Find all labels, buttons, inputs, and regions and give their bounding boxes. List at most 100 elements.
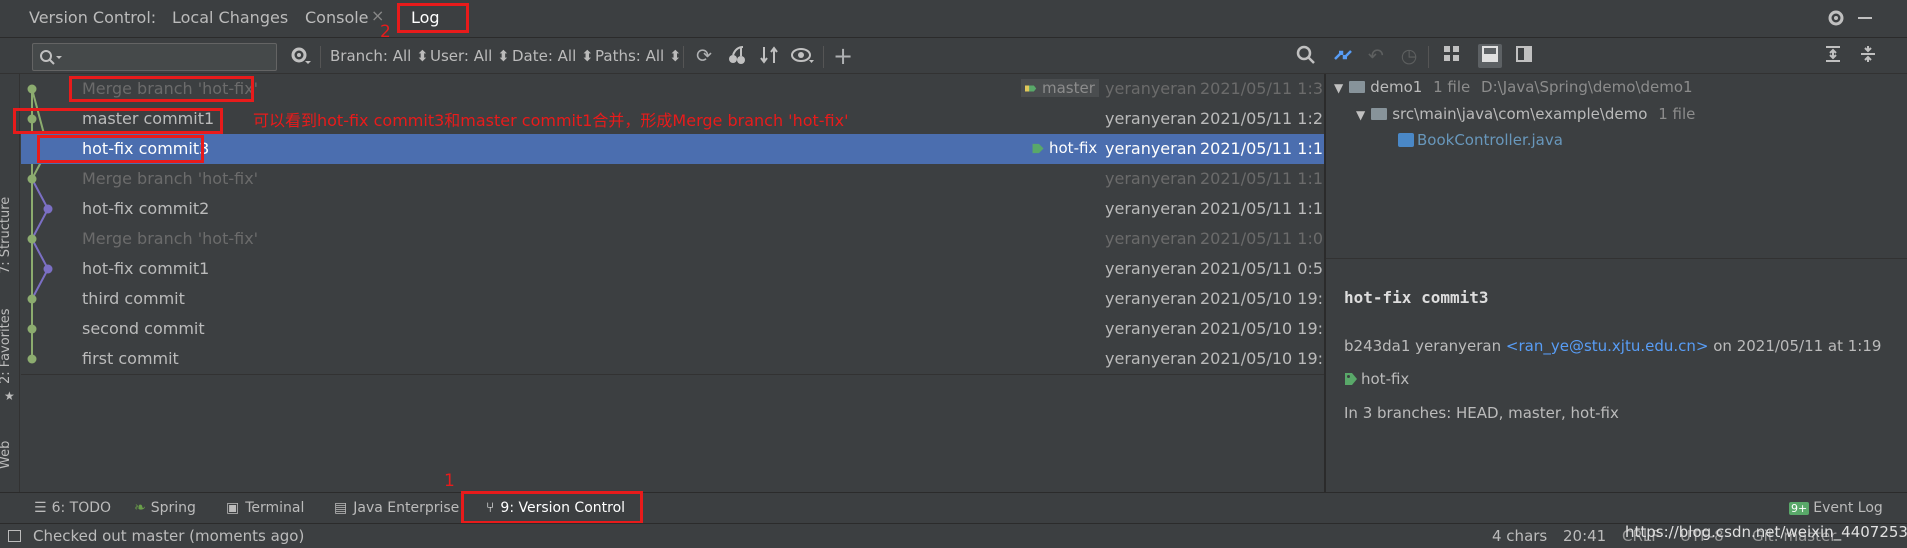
commit-author: yeranyeran xyxy=(1105,79,1197,98)
changed-files-tree: ▼ demo1 1 file D:\Java\Spring\demo\demo1 … xyxy=(1326,74,1907,258)
search-input[interactable] xyxy=(32,43,277,71)
list-icon: ☰ xyxy=(34,500,47,516)
commit-row[interactable]: third commit yeranyeran2021/05/10 19:26 xyxy=(21,284,1324,314)
search-icon[interactable] xyxy=(1294,44,1318,68)
commit-author: yeranyeran xyxy=(1105,259,1197,278)
left-tool-stripe: 7: Structure 2: Favorites ★ Web xyxy=(0,74,20,492)
commit-author: yeranyeran xyxy=(1105,109,1197,128)
add-icon[interactable]: + xyxy=(831,44,855,68)
terminal-tool-button[interactable]: ▣ Terminal xyxy=(226,500,304,516)
commit-details-panel: hot-fix commit3 b243da1 yeranyeran <ran_… xyxy=(1326,258,1907,492)
commit-message: hot-fix commit1 xyxy=(82,259,210,278)
tree-file-row[interactable]: BookController.java xyxy=(1398,131,1563,149)
layout-horizontal-icon[interactable] xyxy=(1478,44,1502,68)
author-email-link[interactable]: <ran_ye@stu.xjtu.edu.cn> xyxy=(1506,337,1709,355)
favorites-tool-button[interactable]: 2: Favorites xyxy=(0,308,13,384)
group-by-icon[interactable] xyxy=(1440,44,1464,68)
chevron-down-icon[interactable]: ▼ xyxy=(1334,81,1343,95)
log-toolbar: Branch: All ⬍ User: All ⬍ Date: All ⬍ Pa… xyxy=(0,38,1907,74)
watermark-text: https://blog.csdn.net/weixin_44072535 xyxy=(1625,523,1907,541)
commit-author: yeranyeran xyxy=(1105,139,1197,158)
todo-tool-button[interactable]: ☰ 6: TODO xyxy=(34,500,111,516)
history-icon[interactable]: ◷ xyxy=(1397,44,1421,68)
chevron-down-icon[interactable]: ▼ xyxy=(1356,108,1365,122)
tag-line: hot-fix xyxy=(1344,370,1409,388)
commit-row[interactable]: second commit yeranyeran2021/05/10 19:25 xyxy=(21,314,1324,344)
commit-message: third commit xyxy=(82,289,185,308)
branches-line: In 3 branches: HEAD, master, hot-fix xyxy=(1344,404,1619,422)
collapse-all-icon[interactable] xyxy=(1856,44,1880,68)
log-empty-area xyxy=(21,374,1324,492)
tree-root-row[interactable]: ▼ demo1 1 file D:\Java\Spring\demo\demo1 xyxy=(1334,78,1693,96)
commit-title: hot-fix commit3 xyxy=(1344,288,1489,307)
tag-icon xyxy=(1345,373,1357,385)
toolbar-separator xyxy=(1428,46,1429,68)
java-enterprise-tool-button[interactable]: ▤ Java Enterprise xyxy=(334,500,459,516)
date-filter[interactable]: Date: All ⬍ xyxy=(512,47,594,65)
revert-icon[interactable]: ↶ xyxy=(1364,44,1388,68)
layout-vertical-icon[interactable] xyxy=(1512,44,1536,68)
show-diff-icon[interactable] xyxy=(1331,44,1355,68)
commit-author: yeranyeran xyxy=(1105,199,1197,218)
java-enterprise-icon: ▤ xyxy=(334,500,348,516)
commit-row[interactable]: hot-fix commit2 yeranyeran 2021/05/11 1:11 xyxy=(21,194,1324,224)
selection-chars[interactable]: 4 chars xyxy=(1492,527,1547,545)
commit-date: 2021/05/11 1:20 xyxy=(1200,109,1324,128)
log-settings-icon[interactable] xyxy=(288,44,312,68)
commit-date: 2021/05/11 0:59 xyxy=(1200,259,1324,278)
commit-date: 2021/05/11 1:36 xyxy=(1200,79,1324,98)
commit-row[interactable]: hot-fix commit3 hot-fix yeranyeran 2021/05/… xyxy=(21,134,1324,164)
branch-filter[interactable]: Branch: All ⬍ xyxy=(330,47,429,65)
module-folder-icon xyxy=(1349,81,1366,93)
commit-date: on 2021/05/11 at 1:19 xyxy=(1713,337,1882,355)
caret-position[interactable]: 20:41 xyxy=(1563,527,1606,545)
structure-tool-button[interactable]: 7: Structure xyxy=(0,197,13,274)
commit-message: second commit xyxy=(82,319,205,338)
spring-leaf-icon: ❧ xyxy=(134,500,146,516)
search-history-icon xyxy=(40,50,62,65)
master-commit1-highlight xyxy=(13,108,223,134)
status-message: Checked out master (moments ago) xyxy=(33,527,305,545)
branch-label: hot-fix xyxy=(1032,139,1097,157)
tab-local-changes[interactable]: Local Changes xyxy=(172,8,288,27)
commit-message: Merge branch 'hot-fix' xyxy=(82,229,259,248)
root-path: D:\Java\Spring\demo\demo1 xyxy=(1481,78,1693,96)
file-name: BookController.java xyxy=(1417,131,1563,149)
tree-package-row[interactable]: ▼ src\main\java\com\example\demo 1 file xyxy=(1356,105,1695,123)
web-tool-button[interactable]: Web xyxy=(0,441,13,469)
commit-row[interactable]: Merge branch 'hot-fix' yeranyeran 2021/05/… xyxy=(21,224,1324,254)
refresh-icon[interactable]: ⟳ xyxy=(692,44,716,68)
settings-icon[interactable] xyxy=(1826,8,1846,28)
version-control-highlight xyxy=(461,491,643,524)
commit-date: 2021/05/10 19:11 xyxy=(1200,349,1324,368)
collapse-linear-icon[interactable] xyxy=(757,44,781,68)
event-log-tool-button[interactable]: 9+ Event Log xyxy=(1789,500,1883,516)
commit-message: first commit xyxy=(82,349,179,368)
commit-row[interactable]: hot-fix commit1 yeranyeran 2021/05/11 0:59 xyxy=(21,254,1324,284)
minimize-icon[interactable] xyxy=(1858,17,1872,19)
bottom-tool-bar: ☰ 6: TODO ❧ Spring ▣ Terminal ▤ Java Enterpr… xyxy=(0,471,1907,524)
package-file-count: 1 file xyxy=(1658,105,1696,123)
branch-tags-icon xyxy=(1025,85,1037,92)
log-tab-highlight xyxy=(397,3,469,33)
commit-date: 2021/05/11 1:11 xyxy=(1200,199,1324,218)
status-bar: Checked out master (moments ago) 4 chars… xyxy=(0,523,1907,548)
tab-console[interactable]: Console xyxy=(305,8,369,27)
paths-filter[interactable]: Paths: All ⬍ xyxy=(595,47,682,65)
spring-tool-button[interactable]: ❧ Spring xyxy=(134,500,196,516)
commit-author: yeranyeran xyxy=(1105,349,1197,368)
user-filter[interactable]: User: All ⬍ xyxy=(430,47,510,65)
commit-meta: b243da1 yeranyeran <ran_ye@stu.xjtu.edu.… xyxy=(1344,337,1881,355)
toolbar-separator xyxy=(683,46,684,68)
star-icon: ★ xyxy=(4,389,15,403)
commit-row[interactable]: first commit yeranyeran2021/05/10 19:11 xyxy=(21,344,1324,374)
cherry-pick-icon[interactable] xyxy=(725,44,749,68)
commit-author: yeranyeran xyxy=(1105,229,1197,248)
window-toggle-icon[interactable] xyxy=(8,530,21,542)
expand-all-icon[interactable] xyxy=(1821,44,1845,68)
eye-icon[interactable] xyxy=(790,44,814,68)
commit-row[interactable]: Merge branch 'hot-fix' yeranyeran 2021/05/… xyxy=(21,164,1324,194)
event-count-badge: 9+ xyxy=(1789,502,1810,515)
commit-date: 2021/05/10 19:26 xyxy=(1200,289,1324,308)
commit-date: 2021/05/11 1:07 xyxy=(1200,229,1324,248)
